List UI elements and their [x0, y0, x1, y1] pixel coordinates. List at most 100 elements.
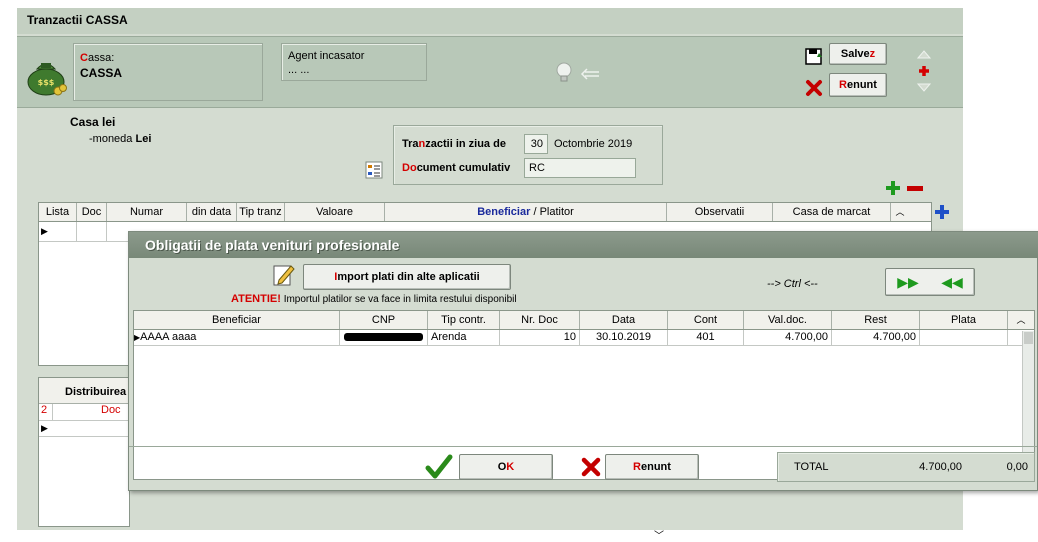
- header-panel: $$$ Cassa: CASSA Agent incasator ... ...…: [17, 36, 963, 108]
- row-indicator-cell: ▶: [39, 222, 77, 241]
- cell-plata[interactable]: [920, 330, 1008, 345]
- scrollbar-thumb[interactable]: [1024, 332, 1033, 344]
- cancel-hotkey: R: [839, 79, 847, 91]
- renunt-hotkey: R: [633, 461, 641, 473]
- forward-icon[interactable]: ▶▶: [897, 274, 919, 291]
- col-doc[interactable]: Doc: [77, 203, 107, 221]
- scroll-up-icon[interactable]: ︿: [891, 203, 909, 221]
- cell-nr-doc[interactable]: 10: [500, 330, 580, 345]
- add-row-icon[interactable]: [931, 202, 953, 222]
- col-lista[interactable]: Lista: [39, 203, 77, 221]
- cell-cnp[interactable]: [340, 330, 428, 345]
- lightbulb-icon[interactable]: [555, 61, 573, 85]
- moneda-line: -moneda Lei: [89, 133, 151, 145]
- cell-tip-contr[interactable]: Arenda: [428, 330, 500, 345]
- col-data[interactable]: Data: [580, 311, 668, 329]
- cassa-label: assa:: [87, 52, 115, 64]
- ok-button[interactable]: OK: [459, 454, 553, 480]
- grid-header: Lista Doc Numar din data Tip tranz Valoa…: [39, 203, 931, 222]
- tranzactii-group: Tranzactii in ziua de 30 Octombrie 2019 …: [393, 125, 663, 185]
- col-valoare[interactable]: Valoare: [285, 203, 385, 221]
- total-value: 4.700,00: [919, 461, 962, 473]
- day-field[interactable]: 30: [524, 134, 548, 154]
- casa-title: Casa lei: [70, 115, 116, 129]
- col-rest[interactable]: Rest: [832, 311, 920, 329]
- agent-value[interactable]: ... ...: [288, 64, 309, 76]
- svg-text:$$$: $$$: [38, 78, 55, 87]
- cassa-value[interactable]: CASSA: [80, 66, 122, 80]
- renunt-x-icon[interactable]: [581, 457, 601, 477]
- ok-check-icon[interactable]: [425, 454, 453, 480]
- arrow-left-icon[interactable]: [579, 67, 601, 81]
- nav-up-icon[interactable]: [916, 49, 932, 59]
- row-pointer-icon: ▶: [41, 226, 48, 236]
- save-hotkey: z: [869, 48, 876, 60]
- back-icon[interactable]: ◀◀: [941, 274, 963, 291]
- warning-strong: ATENTIE!: [231, 293, 281, 305]
- col-beneficiar[interactable]: Beneficiar / Platitor: [385, 203, 667, 221]
- import-label: mport plati din alte aplicatii: [337, 271, 480, 283]
- cancel-x-icon[interactable]: [805, 79, 823, 97]
- distribution-label: Distribuirea: [65, 386, 127, 398]
- add-red-icon[interactable]: [918, 65, 930, 77]
- col-beneficiar[interactable]: Beneficiar: [134, 311, 340, 329]
- col-tip-contr[interactable]: Tip contr.: [428, 311, 500, 329]
- col-observatii[interactable]: Observatii: [667, 203, 773, 221]
- cell-data[interactable]: 30.10.2019: [580, 330, 668, 345]
- total-plata: 0,00: [1006, 461, 1028, 473]
- renunt-label: enunt: [641, 461, 671, 473]
- distribution-row-num: 2: [39, 404, 53, 420]
- distribution-header: Distribuirea: [39, 378, 129, 404]
- cell-rest[interactable]: 4.700,00: [832, 330, 920, 345]
- payments-grid-header: Beneficiar CNP Tip contr. Nr. Doc Data C…: [134, 311, 1034, 330]
- tree-view-icon[interactable]: [365, 161, 383, 179]
- col-cont[interactable]: Cont: [668, 311, 744, 329]
- remove-red-icon[interactable]: [907, 186, 923, 191]
- nav-down-icon[interactable]: [916, 83, 932, 93]
- warning-detail: Importul platilor se va face in limita r…: [283, 294, 517, 305]
- cnp-redacted: [344, 333, 423, 341]
- tranzactii-label: Tranzactii in ziua de: [402, 138, 506, 150]
- document-cumulativ-label: Document cumulativ: [402, 162, 511, 174]
- window-title: Tranzactii CASSA: [17, 8, 963, 34]
- import-payments-button[interactable]: Import plati din alte aplicatii: [303, 264, 511, 290]
- col-plata[interactable]: Plata: [920, 311, 1008, 329]
- table-row[interactable]: ▶AAAA aaaa Arenda 10 30.10.2019 401 4.70…: [134, 330, 1034, 346]
- col-numar[interactable]: Numar: [107, 203, 187, 221]
- cassa-label-hotkey: C: [80, 52, 88, 64]
- col-din-data[interactable]: din data: [187, 203, 237, 221]
- cell-cont[interactable]: 401: [668, 330, 744, 345]
- cell-val-doc[interactable]: 4.700,00: [744, 330, 832, 345]
- scroll-up-icon[interactable]: ︿: [1008, 311, 1034, 329]
- agent-label: Agent incasator: [288, 50, 365, 62]
- dialog-title: Obligatii de plata venituri profesionale: [129, 232, 1038, 258]
- col-cnp[interactable]: CNP: [340, 311, 428, 329]
- cancel-label: enunt: [847, 79, 877, 91]
- save-button[interactable]: Salve z: [829, 43, 887, 65]
- add-green-icon[interactable]: [885, 180, 901, 196]
- document-field[interactable]: RC: [524, 158, 636, 178]
- scroll-down-icon[interactable]: ﹀: [654, 527, 664, 542]
- renunt-button[interactable]: Renunt: [605, 454, 699, 480]
- dialog-footer: OK Renunt TOTAL 4.700,00 0,00: [129, 446, 1037, 490]
- nav-buttons: ▶▶ ◀◀: [885, 268, 975, 296]
- save-label: Salve: [840, 48, 870, 60]
- total-box: TOTAL 4.700,00 0,00: [777, 452, 1035, 482]
- save-icon[interactable]: [805, 47, 823, 65]
- row-pointer-icon: ▶: [41, 423, 48, 433]
- distribution-row[interactable]: 2 Doc: [39, 404, 129, 421]
- col-casa-de-marcat[interactable]: Casa de marcat: [773, 203, 891, 221]
- cell-beneficiar[interactable]: ▶AAAA aaaa: [134, 330, 340, 345]
- payments-dialog: Obligatii de plata venituri profesionale…: [128, 231, 1038, 491]
- total-label: TOTAL: [794, 461, 829, 473]
- col-platitor-label: / Platitor: [533, 206, 574, 218]
- distribution-new-row[interactable]: ▶: [39, 421, 129, 437]
- warning-text: ATENTIE! Importul platilor se va face in…: [231, 293, 517, 305]
- edit-note-icon[interactable]: [273, 262, 295, 286]
- distribution-grid: Distribuirea 2 Doc ▶: [38, 377, 130, 527]
- col-nr-doc[interactable]: Nr. Doc: [500, 311, 580, 329]
- cancel-button[interactable]: Renunt: [829, 73, 887, 97]
- moneda-label: -moneda: [89, 133, 133, 145]
- col-val-doc[interactable]: Val.doc.: [744, 311, 832, 329]
- col-tip-tranz[interactable]: Tip tranz: [237, 203, 285, 221]
